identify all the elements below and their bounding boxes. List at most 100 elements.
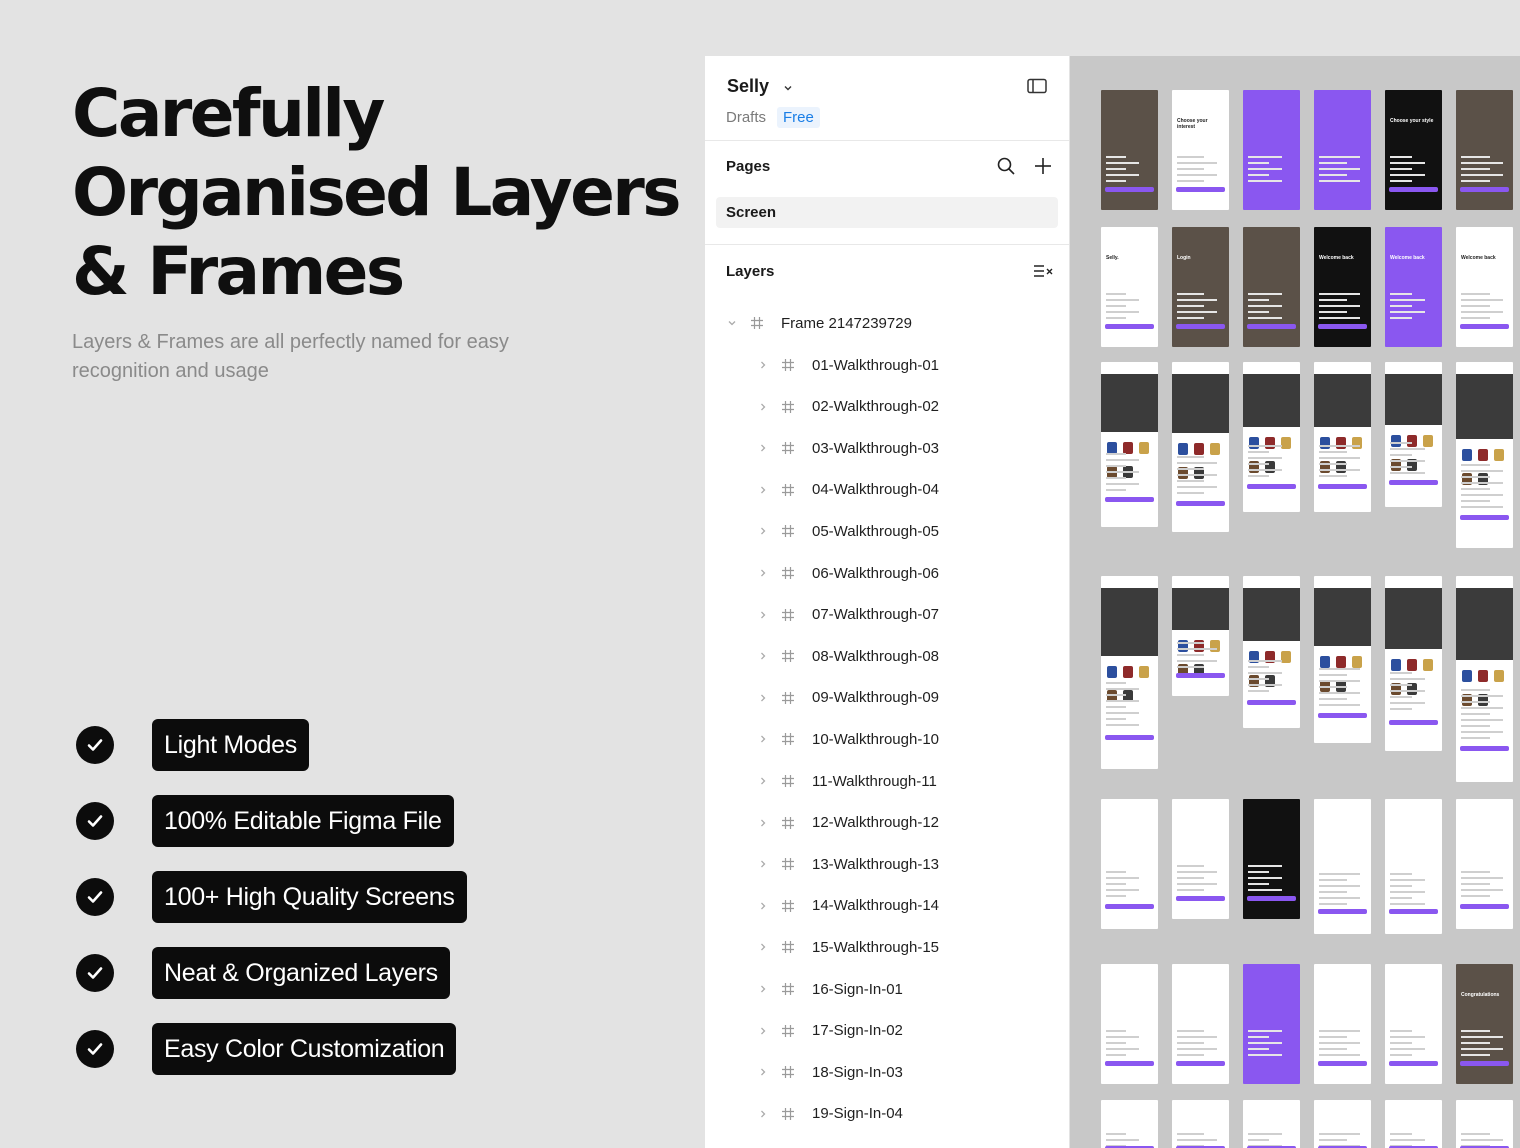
chevron-right-icon[interactable] [756, 568, 770, 578]
screen-thumbnail[interactable]: Congratulations [1456, 964, 1513, 1084]
layer-item[interactable]: 06-Walkthrough-06 [756, 562, 939, 584]
add-page-icon[interactable] [1032, 155, 1054, 177]
screen-thumbnail[interactable] [1456, 576, 1513, 782]
layer-item[interactable]: 14-Walkthrough-14 [756, 895, 939, 917]
layer-item[interactable]: 17-Sign-In-02 [756, 1020, 903, 1042]
screen-thumbnail[interactable] [1314, 799, 1371, 934]
screen-thumbnail[interactable] [1314, 90, 1371, 210]
screen-thumbnail[interactable] [1314, 362, 1371, 512]
screen-thumbnail[interactable] [1243, 362, 1300, 512]
text-line [1177, 877, 1204, 879]
layer-item[interactable]: 05-Walkthrough-05 [756, 520, 939, 542]
layer-item[interactable]: 07-Walkthrough-07 [756, 604, 939, 626]
chevron-right-icon[interactable] [756, 610, 770, 620]
screen-thumbnail[interactable]: Welcome back [1314, 227, 1371, 347]
screen-thumbnail[interactable] [1314, 1100, 1371, 1148]
screen-thumbnail[interactable] [1101, 362, 1158, 527]
screen-thumbnail[interactable] [1314, 576, 1371, 743]
text-line [1177, 865, 1204, 867]
screen-thumbnail[interactable] [1172, 362, 1229, 532]
layer-item[interactable]: 03-Walkthrough-03 [756, 437, 939, 459]
layer-item[interactable]: 18-Sign-In-03 [756, 1061, 903, 1083]
screen-thumbnail[interactable] [1172, 1100, 1229, 1148]
collapse-layers-icon[interactable] [1032, 260, 1054, 282]
screen-thumbnail[interactable] [1243, 1100, 1300, 1148]
page-item-screen[interactable]: Screen [716, 197, 1058, 228]
screen-thumbnail[interactable] [1456, 362, 1513, 548]
chevron-right-icon[interactable] [756, 942, 770, 952]
screen-thumbnail[interactable] [1385, 799, 1442, 934]
text-line [1461, 506, 1503, 509]
chevron-down-icon[interactable] [783, 80, 793, 98]
chevron-right-icon[interactable] [756, 443, 770, 453]
layer-item[interactable]: 15-Walkthrough-15 [756, 936, 939, 958]
screen-thumbnail[interactable] [1101, 90, 1158, 210]
chevron-right-icon[interactable] [756, 1026, 770, 1036]
screen-thumbnail[interactable]: Welcome back [1385, 227, 1442, 347]
screen-thumbnail[interactable] [1101, 1100, 1158, 1148]
chevron-right-icon[interactable] [756, 693, 770, 703]
screen-thumbnail[interactable] [1314, 964, 1371, 1084]
screen-thumbnail[interactable]: Choose your style [1385, 90, 1442, 210]
screen-thumbnail[interactable] [1101, 964, 1158, 1084]
chevron-right-icon[interactable] [756, 485, 770, 495]
chevron-right-icon[interactable] [756, 1109, 770, 1119]
screen-thumbnail[interactable] [1385, 1100, 1442, 1148]
chevron-right-icon[interactable] [756, 734, 770, 744]
screen-thumbnail[interactable] [1172, 799, 1229, 919]
chevron-right-icon[interactable] [756, 818, 770, 828]
screen-thumbnail[interactable]: Choose your interest [1172, 90, 1229, 210]
layer-label: 01-Walkthrough-01 [812, 356, 940, 374]
chevron-right-icon[interactable] [756, 776, 770, 786]
screen-thumbnail[interactable] [1101, 799, 1158, 929]
chevron-right-icon[interactable] [756, 901, 770, 911]
chevron-right-icon[interactable] [756, 984, 770, 994]
chevron-right-icon[interactable] [756, 651, 770, 661]
layer-item[interactable]: 12-Walkthrough-12 [756, 812, 939, 834]
screen-thumbnail[interactable] [1243, 964, 1300, 1084]
text-line [1248, 1133, 1282, 1135]
screen-thumbnail[interactable] [1243, 576, 1300, 728]
chevron-down-icon[interactable] [725, 318, 739, 328]
text-line [1106, 162, 1139, 164]
layer-item[interactable]: 02-Walkthrough-02 [756, 396, 939, 418]
layer-item[interactable]: 08-Walkthrough-08 [756, 645, 939, 667]
file-name[interactable]: Selly [727, 76, 769, 97]
layer-item[interactable]: 09-Walkthrough-09 [756, 687, 939, 709]
search-icon[interactable] [995, 155, 1017, 177]
text-line [1319, 1048, 1347, 1050]
screen-thumbnail[interactable] [1172, 576, 1229, 696]
layer-item[interactable]: 04-Walkthrough-04 [756, 479, 939, 501]
layer-item[interactable]: 16-Sign-In-01 [756, 978, 903, 1000]
chevron-right-icon[interactable] [756, 360, 770, 370]
screen-thumbnail[interactable]: Login [1172, 227, 1229, 347]
layer-item[interactable]: 11-Walkthrough-11 [756, 770, 937, 792]
screen-thumbnail[interactable] [1385, 576, 1442, 751]
screen-thumbnail[interactable] [1385, 964, 1442, 1084]
sidebar-toggle-icon[interactable] [1027, 78, 1047, 99]
text-line [1319, 180, 1360, 182]
chevron-right-icon[interactable] [756, 402, 770, 412]
layer-item[interactable]: 13-Walkthrough-13 [756, 853, 939, 875]
screen-thumbnail[interactable] [1385, 362, 1442, 507]
chevron-right-icon[interactable] [756, 859, 770, 869]
screen-thumbnail[interactable] [1456, 90, 1513, 210]
file-location[interactable]: Drafts [726, 109, 766, 126]
chevron-right-icon[interactable] [756, 1067, 770, 1077]
screen-thumbnail[interactable] [1101, 576, 1158, 769]
screen-thumbnail[interactable] [1243, 799, 1300, 919]
screen-thumbnail[interactable]: Welcome back [1456, 227, 1513, 347]
screen-thumbnail[interactable] [1172, 964, 1229, 1084]
layer-item[interactable]: 10-Walkthrough-10 [756, 728, 939, 750]
screen-thumbnail[interactable] [1243, 90, 1300, 210]
screen-thumbnail[interactable] [1243, 227, 1300, 347]
screen-thumbnail[interactable] [1456, 1100, 1513, 1148]
layer-root-frame[interactable]: Frame 2147239729 [725, 312, 912, 334]
layer-item[interactable]: 01-Walkthrough-01 [756, 354, 939, 376]
product-image [1314, 588, 1371, 646]
chevron-right-icon[interactable] [756, 526, 770, 536]
layer-item[interactable]: 19-Sign-In-04 [756, 1103, 903, 1125]
design-canvas[interactable]: Choose your interest Choose your style Sel… [1070, 56, 1520, 1148]
screen-thumbnail[interactable]: Selly. [1101, 227, 1158, 347]
screen-thumbnail[interactable] [1456, 799, 1513, 929]
